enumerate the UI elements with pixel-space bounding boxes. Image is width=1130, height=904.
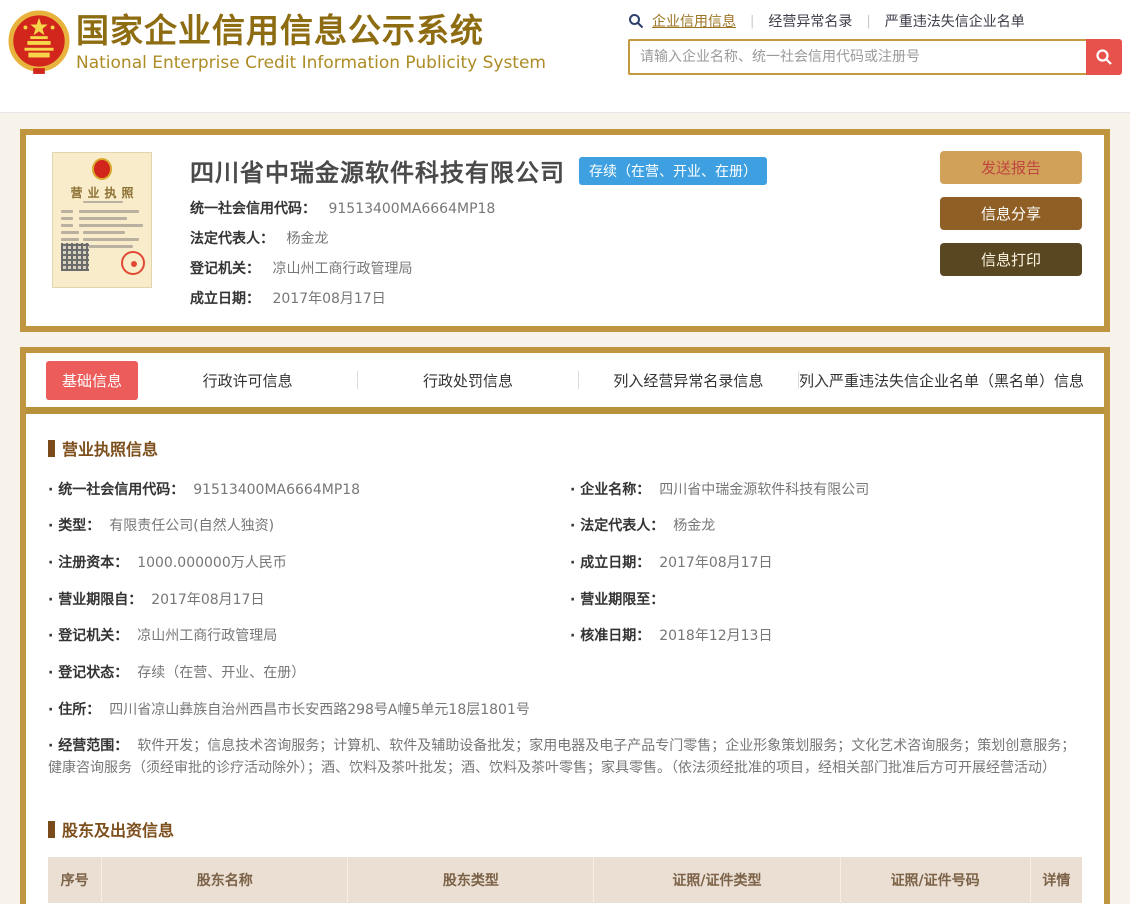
- header-right: 企业信用信息 | 经营异常名录 | 严重违法失信企业名单: [628, 10, 1122, 75]
- info-registered-capital: · 注册资本： 1000.000000万人民币: [48, 554, 287, 571]
- info-registration-status: · 登记状态： 存续（在营、开业、在册）: [48, 664, 306, 681]
- license-qr-code: [61, 243, 89, 271]
- info-credit-code: · 统一社会信用代码： 91513400MA6664MP18: [48, 481, 361, 498]
- site-title-block: 国家企业信用信息公示系统 National Enterprise Credit …: [76, 11, 546, 73]
- tab-administrative-penalty[interactable]: 行政处罚信息: [358, 370, 577, 391]
- info-approval-date: · 核准日期： 2018年12月13日: [570, 628, 773, 645]
- site-title: 国家企业信用信息公示系统: [76, 11, 484, 50]
- license-info-grid: · 统一社会信用代码： 91513400MA6664MP18 · 企业名称： 四川省…: [48, 472, 1082, 787]
- section-marker: [48, 820, 55, 838]
- section-title-license-info: 营业执照信息: [48, 436, 1082, 460]
- search-button[interactable]: [1086, 39, 1122, 75]
- nav-divider: |: [750, 13, 755, 29]
- shareholders-table: 序号 股东名称 股东类型 证照/证件类型 证照/证件号码 详情 1 杨金龙 自然…: [48, 857, 1082, 904]
- search-input[interactable]: [628, 39, 1086, 75]
- col-detail: 详情: [1030, 857, 1082, 904]
- col-shareholder-type: 股东类型: [347, 857, 595, 904]
- nav-divider: |: [866, 13, 871, 29]
- national-emblem-logo: [8, 10, 70, 74]
- info-address: · 住所： 四川省凉山彝族自治州西昌市长安西路298号A幢5单元18层1801号: [48, 701, 530, 718]
- col-cert-number: 证照/证件号码: [840, 857, 1031, 904]
- col-cert-type: 证照/证件类型: [593, 857, 841, 904]
- col-serial-no: 序号: [48, 857, 103, 904]
- table-header-row: 序号 股东名称 股东类型 证照/证件类型 证照/证件号码 详情: [48, 857, 1082, 904]
- send-report-button[interactable]: 发送报告: [940, 151, 1082, 184]
- search-icon: [629, 14, 644, 29]
- search-icon: [1096, 49, 1112, 65]
- info-company-name: · 企业名称： 四川省中瑞金源软件科技有限公司: [570, 481, 870, 498]
- site-subtitle: National Enterprise Credit Information P…: [76, 52, 546, 73]
- license-title: 营业执照: [70, 186, 139, 200]
- info-company-type: · 类型： 有限责任公司(自然人独资): [48, 518, 275, 535]
- info-term-to: · 营业期限至：: [570, 591, 665, 608]
- company-name: 四川省中瑞金源软件科技有限公司: [190, 159, 565, 187]
- main-content-box: 基础信息 行政许可信息 行政处罚信息 列入经营异常名录信息 列入严重违法失信企业…: [20, 347, 1110, 904]
- company-card: 营业执照 四川省中瑞金源软件科技有限公司 存续（在营、开业、在册） 统一社会信用…: [20, 129, 1110, 332]
- site-header: 国家企业信用信息公示系统 National Enterprise Credit …: [0, 0, 1130, 113]
- tab-strip: 基础信息 行政许可信息 行政处罚信息 列入经营异常名录信息 列入严重违法失信企业…: [26, 353, 1104, 407]
- info-establish-date: · 成立日期： 2017年08月17日: [570, 554, 773, 571]
- tab-administrative-license[interactable]: 行政许可信息: [138, 370, 357, 391]
- info-registration-authority: · 登记机关： 凉山州工商行政管理局: [48, 628, 278, 645]
- license-red-seal: [121, 251, 145, 275]
- section-title-shareholders: 股东及出资信息: [48, 817, 1082, 841]
- header-nav: 企业信用信息 | 经营异常名录 | 严重违法失信企业名单: [628, 10, 1122, 32]
- nav-link-enterprise-credit[interactable]: 企业信用信息: [652, 11, 736, 31]
- search-bar: [628, 39, 1122, 75]
- nav-link-abnormal-operations[interactable]: 经营异常名录: [768, 11, 852, 31]
- info-business-scope: · 经营范围： 软件开发；信息技术咨询服务；计算机、软件及辅助设备批发；家用电器及…: [48, 738, 1076, 776]
- info-term-from: · 营业期限自： 2017年08月17日: [48, 591, 265, 608]
- license-emblem-icon: [92, 158, 112, 180]
- card-actions: 发送报告 信息分享 信息打印: [940, 151, 1082, 289]
- section-marker: [48, 439, 55, 457]
- gold-divider-bar: [26, 407, 1104, 414]
- business-license-image: 营业执照: [52, 152, 152, 288]
- print-info-button[interactable]: 信息打印: [940, 243, 1082, 276]
- share-info-button[interactable]: 信息分享: [940, 197, 1082, 230]
- tab-basic-info[interactable]: 基础信息: [46, 360, 139, 400]
- status-badge: 存续（在营、开业、在册）: [579, 156, 767, 185]
- tab-abnormal-operations-list[interactable]: 列入经营异常名录信息: [579, 370, 798, 391]
- info-legal-rep: · 法定代表人： 杨金龙: [570, 518, 716, 535]
- col-shareholder-name: 股东名称: [101, 857, 349, 904]
- nav-link-serious-violations[interactable]: 严重违法失信企业名单: [885, 11, 1025, 31]
- tab-blacklist[interactable]: 列入严重违法失信企业名单（黑名单）信息: [799, 370, 1084, 391]
- card-field-establish-date: 成立日期： 2017年08月17日: [190, 291, 386, 307]
